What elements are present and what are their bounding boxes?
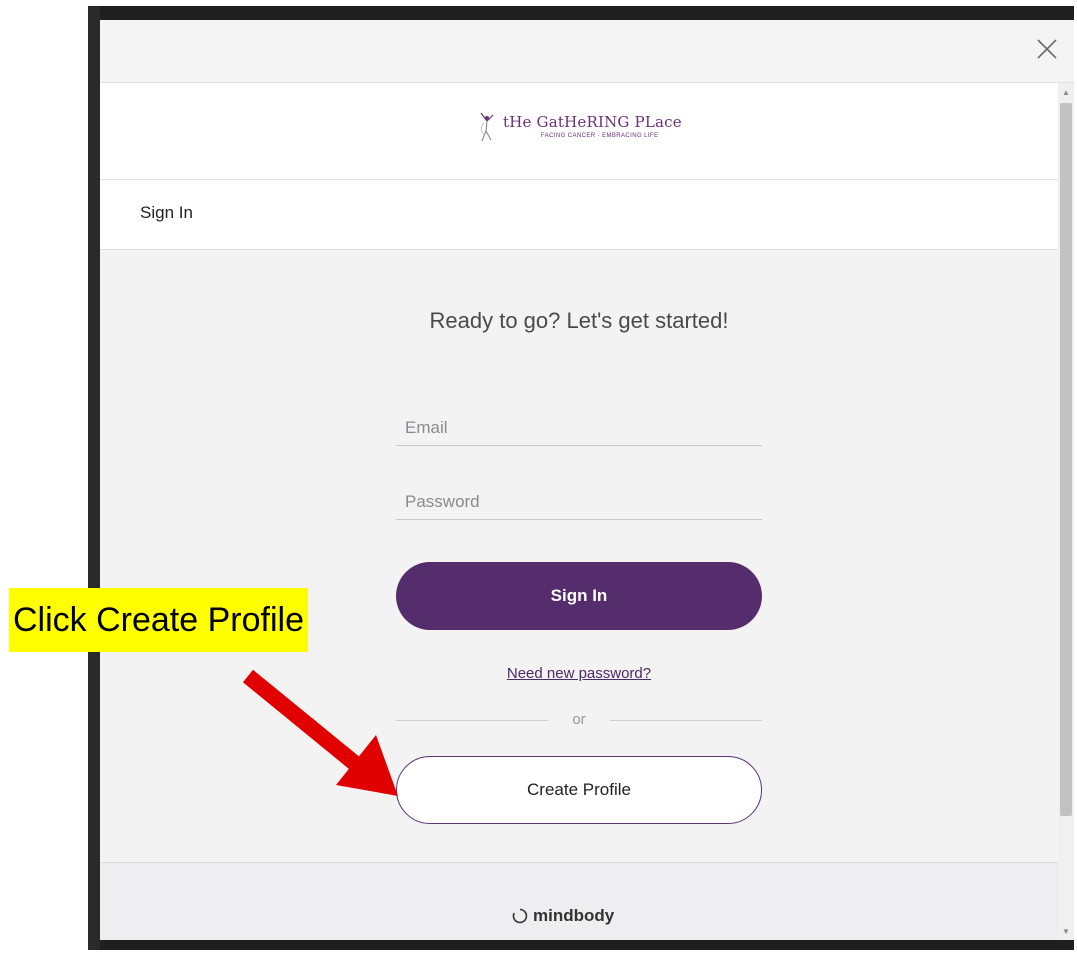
scroll-up-icon[interactable]: ▲ [1058, 85, 1074, 101]
or-label: or [572, 711, 586, 728]
background-strip [88, 6, 100, 950]
logo-tagline: FACING CANCER · EMBRACING LIFE [541, 133, 659, 139]
logo-bar: tHe GatHeRING PLace FACING CANCER · EMBR… [100, 83, 1058, 180]
scroll-thumb[interactable] [1060, 103, 1072, 816]
modal-header [100, 20, 1074, 83]
modal-content: tHe GatHeRING PLace FACING CANCER · EMBR… [100, 83, 1058, 861]
close-icon[interactable] [1032, 34, 1062, 64]
signin-button[interactable]: Sign In [396, 562, 762, 630]
section-title: Sign In [140, 203, 193, 222]
scrollbar[interactable]: ▲ ▼ [1058, 83, 1074, 940]
modal-footer: mindbody [100, 862, 1058, 940]
scroll-down-icon[interactable]: ▼ [1058, 924, 1074, 940]
mindbody-wordmark: mindbody [533, 906, 615, 925]
instruction-callout: Click Create Profile [9, 588, 308, 652]
email-field[interactable] [396, 410, 762, 446]
dancer-figure-icon [480, 112, 494, 142]
signin-modal: tHe GatHeRING PLace FACING CANCER · EMBR… [100, 20, 1074, 940]
mindbody-logo-icon [512, 908, 528, 924]
need-new-password-link[interactable]: Need new password? [100, 665, 1058, 682]
mindbody-brand: mindbody [512, 906, 652, 930]
section-header: Sign In [100, 180, 1058, 250]
create-profile-button[interactable]: Create Profile [396, 756, 762, 824]
page-headline: Ready to go? Let's get started! [429, 308, 729, 333]
brand-logo: tHe GatHeRING PLace FACING CANCER · EMBR… [475, 109, 705, 149]
or-divider: or [396, 711, 762, 731]
password-field[interactable] [396, 484, 762, 520]
logo-name: tHe GatHeRING PLace [503, 113, 682, 131]
